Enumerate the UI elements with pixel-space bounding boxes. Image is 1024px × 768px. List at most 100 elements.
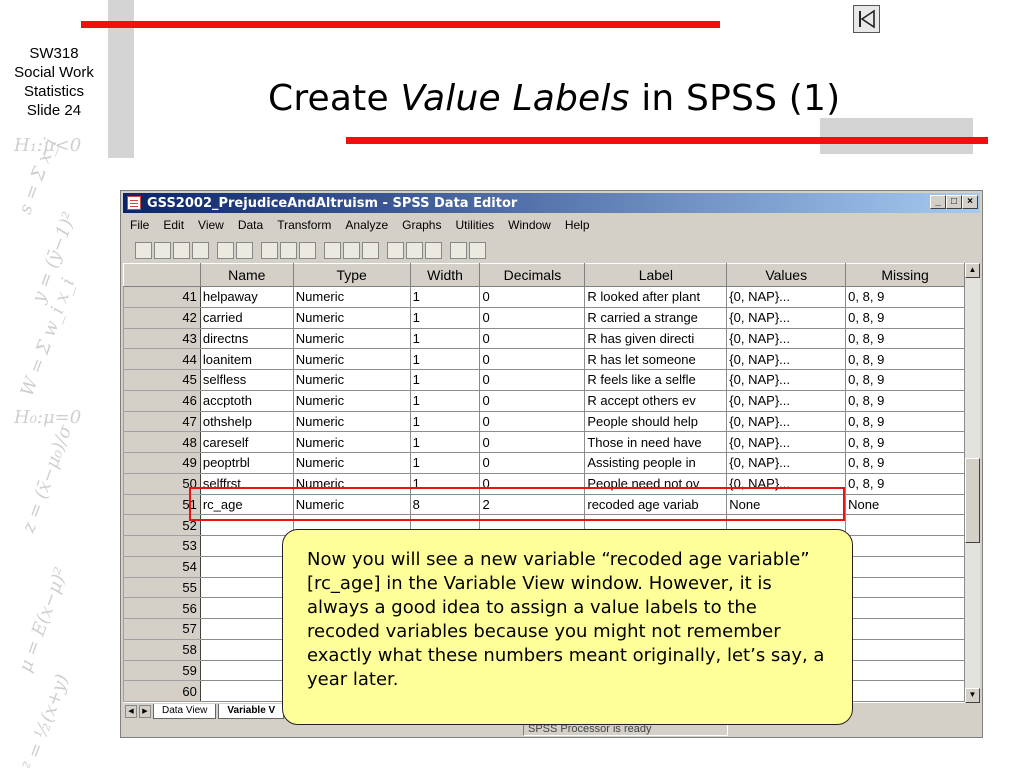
row-number[interactable]: 42 <box>123 306 201 329</box>
cell-type[interactable]: Numeric <box>292 389 411 412</box>
cell-empty[interactable] <box>845 535 965 557</box>
cell-missing[interactable]: 0, 8, 9 <box>845 472 965 495</box>
window-titlebar[interactable]: GSS2002_PrejudiceAndAltruism - SPSS Data… <box>123 193 980 213</box>
cell-name[interactable]: peoptrbl <box>199 452 294 474</box>
cell-empty[interactable] <box>845 555 965 578</box>
cell-empty[interactable] <box>199 597 294 619</box>
cell-label[interactable]: Those in need have <box>584 431 728 453</box>
cell-values[interactable]: {0, NAP}... <box>726 348 847 370</box>
cell-width[interactable]: 1 <box>409 306 481 329</box>
cell-width[interactable]: 1 <box>409 431 481 453</box>
cell-width[interactable]: 1 <box>409 369 481 391</box>
split-file-icon[interactable] <box>387 241 404 259</box>
menu-transform[interactable]: Transform <box>270 218 338 232</box>
row-number[interactable]: 43 <box>123 327 201 350</box>
cell-missing[interactable]: 0, 8, 9 <box>845 431 965 453</box>
cell-values[interactable]: {0, NAP}... <box>726 389 847 412</box>
cell-type[interactable]: Numeric <box>292 348 411 370</box>
col-header-decimals[interactable]: Decimals <box>479 263 586 287</box>
cell-width[interactable]: 1 <box>409 410 481 433</box>
save-icon[interactable] <box>154 241 171 259</box>
cell-label[interactable]: Assisting people in <box>584 452 728 474</box>
cell-values[interactable]: {0, NAP}... <box>726 452 847 474</box>
row-number[interactable]: 53 <box>123 535 201 557</box>
cell-decimals[interactable]: 0 <box>479 389 586 412</box>
cell-empty[interactable] <box>845 659 965 682</box>
minimize-button[interactable]: _ <box>930 195 946 209</box>
row-number[interactable]: 46 <box>123 389 201 412</box>
row-number[interactable]: 59 <box>123 659 201 682</box>
cell-empty[interactable] <box>199 638 294 661</box>
menu-edit[interactable]: Edit <box>156 218 191 232</box>
col-header-missing[interactable]: Missing <box>845 263 965 287</box>
col-header-values[interactable]: Values <box>726 263 847 287</box>
row-number[interactable]: 41 <box>123 286 201 308</box>
scroll-thumb[interactable] <box>965 458 980 543</box>
cell-label[interactable]: People should help <box>584 410 728 433</box>
cell-type[interactable]: Numeric <box>292 286 411 308</box>
col-header-name[interactable]: Name <box>199 263 294 287</box>
cell-type[interactable]: Numeric <box>292 306 411 329</box>
cell-values[interactable]: {0, NAP}... <box>726 306 847 329</box>
cell-width[interactable]: 1 <box>409 286 481 308</box>
cell-missing[interactable]: 0, 8, 9 <box>845 306 965 329</box>
cell-decimals[interactable]: 0 <box>479 327 586 350</box>
cell-missing[interactable]: 0, 8, 9 <box>845 452 965 474</box>
insert-case-icon[interactable] <box>343 241 360 259</box>
cell-empty[interactable] <box>845 680 965 702</box>
use-sets-icon[interactable] <box>469 241 486 259</box>
weight-cases-icon[interactable] <box>406 241 423 259</box>
cell-values[interactable]: {0, NAP}... <box>726 410 847 433</box>
cell-name[interactable]: othshelp <box>199 410 294 433</box>
row-number[interactable]: 56 <box>123 597 201 619</box>
cell-width[interactable]: 1 <box>409 327 481 350</box>
col-header-label[interactable]: Label <box>584 263 728 287</box>
cell-values[interactable]: {0, NAP}... <box>726 286 847 308</box>
cell-decimals[interactable]: 0 <box>479 431 586 453</box>
cell-label[interactable]: R accept others ev <box>584 389 728 412</box>
redo-icon[interactable] <box>236 241 253 259</box>
cell-values[interactable]: {0, NAP}... <box>726 369 847 391</box>
variables-icon[interactable] <box>299 241 316 259</box>
cell-missing[interactable]: 0, 8, 9 <box>845 410 965 433</box>
cell-decimals[interactable]: 0 <box>479 286 586 308</box>
find-icon[interactable] <box>324 241 341 259</box>
col-header-type[interactable]: Type <box>292 263 411 287</box>
insert-variable-icon[interactable] <box>362 241 379 259</box>
cell-type[interactable]: Numeric <box>292 452 411 474</box>
menu-data[interactable]: Data <box>231 218 270 232</box>
cell-empty[interactable] <box>199 555 294 578</box>
cell-name[interactable]: carried <box>199 306 294 329</box>
tab-variable-view[interactable]: Variable V <box>218 704 285 719</box>
cell-decimals[interactable]: 0 <box>479 369 586 391</box>
cell-decimals[interactable]: 0 <box>479 452 586 474</box>
cell-type[interactable]: Numeric <box>292 327 411 350</box>
cell-width[interactable]: 1 <box>409 389 481 412</box>
first-slide-button[interactable] <box>853 5 880 33</box>
cell-empty[interactable] <box>845 638 965 661</box>
scroll-up-arrow-icon[interactable]: ▲ <box>965 263 980 278</box>
close-button[interactable]: × <box>962 195 978 209</box>
cell-empty[interactable] <box>199 659 294 682</box>
cell-values[interactable]: {0, NAP}... <box>726 327 847 350</box>
cell-name[interactable]: helpaway <box>199 286 294 308</box>
tab-scroll-left-icon[interactable]: ◀ <box>125 705 137 718</box>
scroll-down-arrow-icon[interactable]: ▼ <box>965 688 980 703</box>
undo-icon[interactable] <box>217 241 234 259</box>
row-number[interactable]: 48 <box>123 431 201 453</box>
cell-label[interactable]: R feels like a selfle <box>584 369 728 391</box>
cell-missing[interactable]: 0, 8, 9 <box>845 389 965 412</box>
cell-decimals[interactable]: 0 <box>479 348 586 370</box>
value-labels-icon[interactable] <box>450 241 467 259</box>
row-number[interactable]: 55 <box>123 576 201 599</box>
row-number[interactable]: 58 <box>123 638 201 661</box>
cell-name[interactable]: accptoth <box>199 389 294 412</box>
cell-empty[interactable] <box>845 618 965 640</box>
cell-empty[interactable] <box>199 618 294 640</box>
row-number[interactable]: 54 <box>123 555 201 578</box>
menu-view[interactable]: View <box>191 218 231 232</box>
cell-name[interactable]: loanitem <box>199 348 294 370</box>
cell-width[interactable]: 1 <box>409 452 481 474</box>
menu-analyze[interactable]: Analyze <box>338 218 395 232</box>
row-number[interactable]: 57 <box>123 618 201 640</box>
